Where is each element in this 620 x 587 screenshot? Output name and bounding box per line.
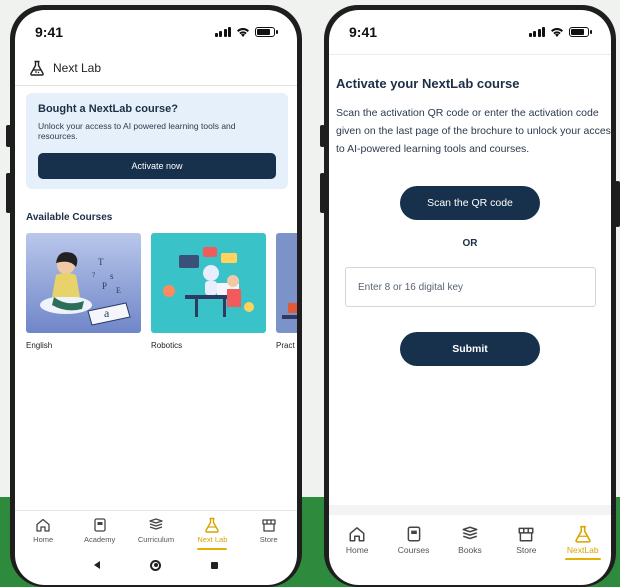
- course-thumbnail: [276, 233, 297, 333]
- screen-left: 9:41 Next Lab Bought a NextLab course? U…: [15, 10, 297, 585]
- signal-icon: [214, 27, 231, 37]
- svg-text:a: a: [104, 306, 110, 320]
- svg-text:T: T: [98, 257, 104, 267]
- nav-label: Courses: [397, 545, 430, 555]
- scan-qr-button[interactable]: Scan the QR code: [400, 186, 540, 220]
- course-card-robotics[interactable]: Robotics: [151, 233, 266, 350]
- submit-button[interactable]: Submit: [400, 332, 540, 366]
- phone-frame-left: 9:41 Next Lab Bought a NextLab course? U…: [6, 5, 302, 587]
- status-bar: 9:41: [15, 10, 297, 54]
- phone-side-button: [615, 181, 620, 227]
- or-separator: OR: [462, 238, 478, 249]
- status-icons: [214, 27, 278, 37]
- nav-home[interactable]: Home: [16, 517, 70, 544]
- nav-books[interactable]: Books: [443, 525, 497, 555]
- phone-side-button: [320, 125, 325, 147]
- course-thumbnail: a T s P E ?: [26, 233, 141, 333]
- nav-academy[interactable]: Academy: [73, 517, 127, 544]
- nav-next-lab[interactable]: Next Lab: [185, 517, 239, 550]
- course-name: Robotics: [151, 341, 183, 350]
- page-description: Scan the activation QR code or enter the…: [336, 107, 611, 155]
- app-title: Next Lab: [53, 61, 102, 75]
- nav-nextlab[interactable]: NextLab: [556, 525, 610, 560]
- bottom-nav: Home Academy Curriculum Next Lab Store: [15, 510, 297, 550]
- promo-text: Unlock your access to AI powered learnin…: [38, 121, 236, 141]
- flask-icon: [205, 517, 220, 533]
- battery-icon: [255, 27, 278, 37]
- nav-courses[interactable]: Courses: [387, 525, 441, 555]
- battery-icon: [569, 27, 592, 37]
- home-icon: [36, 518, 50, 532]
- nav-label: Home: [345, 545, 369, 555]
- app-bar: Next Lab: [15, 54, 297, 82]
- store-icon: [262, 519, 276, 532]
- course-name: Pract: [276, 341, 295, 350]
- nav-home[interactable]: Home: [330, 525, 384, 555]
- phone-side-button: [320, 173, 325, 213]
- nav-store[interactable]: Store: [499, 525, 553, 555]
- recents-icon[interactable]: [211, 561, 218, 569]
- svg-text:P: P: [102, 281, 107, 291]
- back-icon[interactable]: [94, 561, 100, 569]
- nav-label: Next Lab: [197, 535, 228, 544]
- nav-label: Store: [259, 535, 278, 544]
- signal-icon: [528, 27, 545, 37]
- nav-label: Home: [33, 535, 54, 544]
- activation-key-input[interactable]: [345, 267, 596, 307]
- phone-side-button: [6, 125, 11, 147]
- nav-separator: [329, 505, 611, 515]
- page-title: Activate your NextLab course: [336, 76, 520, 91]
- status-bar: 9:41: [329, 10, 611, 54]
- course-thumbnail: [151, 233, 266, 333]
- divider: [15, 85, 297, 86]
- promo-title: Bought a NextLab course?: [38, 103, 178, 115]
- home-icon: [349, 527, 365, 542]
- wifi-icon: [237, 28, 249, 37]
- books-icon: [462, 526, 478, 540]
- courses-icon: [407, 526, 420, 542]
- course-card-english[interactable]: a T s P E ? English: [26, 233, 141, 350]
- store-icon: [518, 527, 534, 542]
- promo-card: Bought a NextLab course? Unlock your acc…: [26, 93, 288, 189]
- status-icons: [528, 27, 592, 37]
- nav-store[interactable]: Store: [242, 517, 296, 544]
- phone-frame-right: 9:41 Activate your NextLab course Scan t…: [320, 5, 620, 587]
- nav-label: Store: [516, 545, 537, 555]
- status-time: 9:41: [35, 24, 64, 40]
- wifi-icon: [551, 28, 563, 37]
- system-nav-bar: [15, 550, 297, 580]
- academy-icon: [93, 518, 106, 532]
- nav-curriculum[interactable]: Curriculum: [129, 517, 183, 544]
- divider: [329, 54, 611, 55]
- section-title: Available Courses: [26, 212, 113, 223]
- bottom-nav: Home Courses Books Store NextLab: [329, 517, 611, 567]
- svg-text:?: ?: [92, 271, 95, 279]
- nav-label: Academy: [83, 535, 116, 544]
- books-icon: [149, 518, 163, 530]
- home-circle-icon[interactable]: [150, 559, 161, 571]
- nav-label: Curriculum: [137, 535, 175, 544]
- activate-now-button[interactable]: Activate now: [38, 153, 276, 179]
- svg-text:s: s: [110, 271, 114, 281]
- svg-text:E: E: [116, 286, 121, 295]
- nav-label: NextLab: [566, 545, 599, 555]
- flask-icon: [30, 60, 44, 76]
- flask-icon: [575, 525, 591, 543]
- screen-right: 9:41 Activate your NextLab course Scan t…: [329, 10, 611, 585]
- phone-side-button: [6, 173, 11, 213]
- course-name: English: [26, 341, 53, 350]
- course-card-practice[interactable]: Pract: [276, 233, 297, 350]
- nav-label: Books: [458, 545, 482, 555]
- status-time: 9:41: [349, 24, 378, 40]
